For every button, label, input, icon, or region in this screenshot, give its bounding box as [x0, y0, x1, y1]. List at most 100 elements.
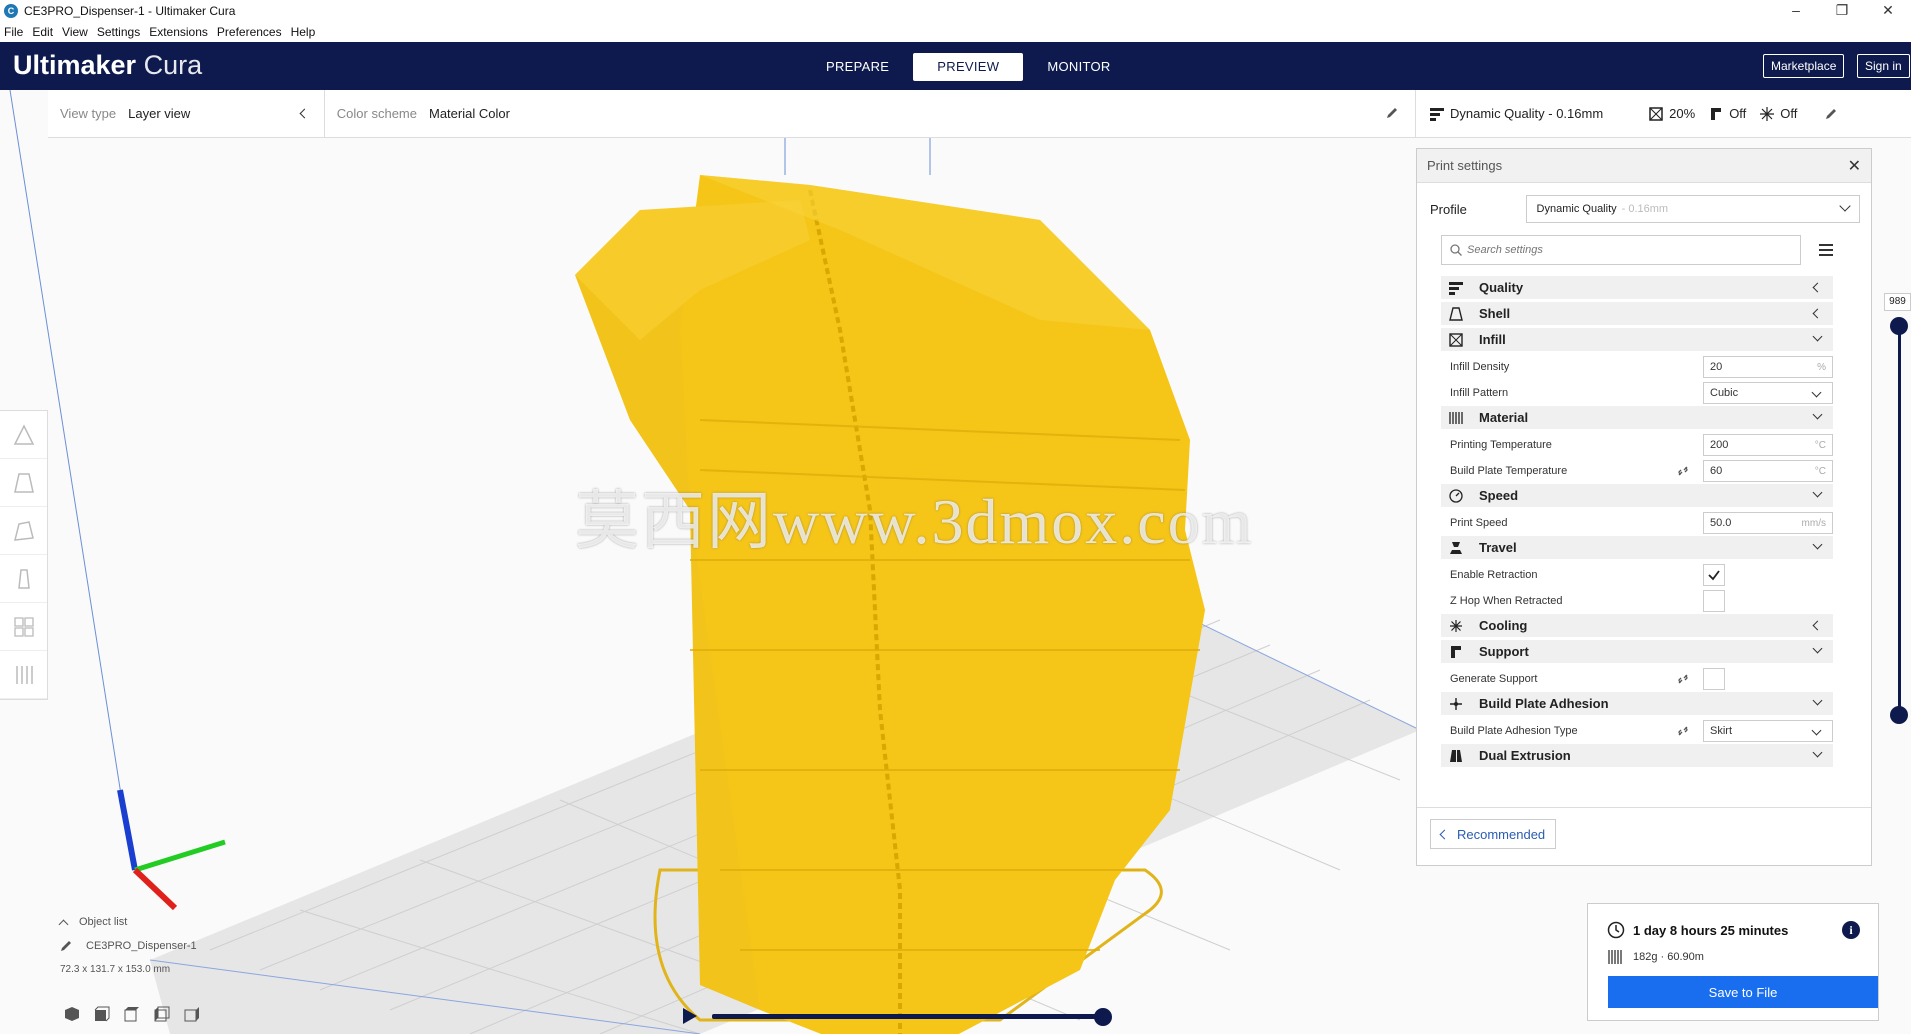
right-view-icon[interactable]	[184, 1006, 200, 1022]
menu-view[interactable]: View	[62, 25, 88, 39]
top-view-icon[interactable]	[124, 1006, 140, 1022]
rotate-tool[interactable]	[0, 507, 47, 555]
close-icon[interactable]: ✕	[1848, 156, 1861, 176]
settings-category-shell[interactable]: Shell	[1441, 302, 1833, 325]
object-list-toggle[interactable]: Object list	[58, 916, 197, 929]
setting-dropdown[interactable]: Cubic	[1703, 382, 1833, 404]
move-tool[interactable]	[0, 411, 47, 459]
left-toolbar	[0, 410, 48, 700]
profile-dropdown[interactable]: Dynamic Quality - 0.16mm	[1525, 195, 1860, 223]
setting-value-field[interactable]: 50.0 mm/s	[1703, 512, 1833, 534]
support-blocker-tool[interactable]	[0, 651, 47, 699]
support-summary[interactable]: Off	[1709, 106, 1746, 121]
chevron-left-icon	[1812, 308, 1823, 319]
chevron-down-icon	[1839, 200, 1851, 212]
settings-category-build-plate-adhesion[interactable]: Build Plate Adhesion	[1441, 692, 1833, 715]
per-model-settings-tool[interactable]	[0, 603, 47, 651]
chevron-down-icon	[1811, 725, 1822, 736]
setting-generate-support: Generate Support	[1441, 666, 1833, 692]
recommended-button[interactable]: Recommended	[1430, 819, 1557, 849]
search-input[interactable]	[1467, 244, 1787, 256]
settings-category-travel[interactable]: Travel	[1441, 536, 1833, 559]
material-spool-icon	[1608, 950, 1622, 964]
menu-file[interactable]: File	[4, 25, 23, 39]
layer-slider-top-handle[interactable]	[1890, 317, 1908, 335]
object-name: CE3PRO_Dispenser-1	[86, 940, 197, 952]
setting-value-field[interactable]: 200 °C	[1703, 434, 1833, 456]
category-label: Speed	[1479, 488, 1519, 503]
setting-label: Print Speed	[1450, 517, 1508, 529]
marketplace-button[interactable]: Marketplace	[1763, 54, 1845, 78]
pencil-icon[interactable]	[60, 940, 72, 952]
sign-in-button[interactable]: Sign in	[1857, 54, 1910, 78]
tab-preview[interactable]: PREVIEW	[913, 53, 1024, 81]
setting-enable-retraction: Enable Retraction	[1441, 562, 1833, 588]
chevron-left-icon	[1439, 829, 1450, 839]
menu-help[interactable]: Help	[291, 25, 316, 39]
pencil-icon[interactable]	[1825, 108, 1837, 120]
left-view-icon[interactable]	[154, 1006, 170, 1022]
settings-category-support[interactable]: Support	[1441, 640, 1833, 663]
menu-bar: File Edit View Settings Extensions Prefe…	[0, 22, 1911, 42]
simulation-slider-track[interactable]	[712, 1014, 1102, 1019]
settings-menu-icon[interactable]	[1819, 244, 1833, 256]
close-window-button[interactable]: ✕	[1865, 0, 1911, 22]
play-icon[interactable]	[683, 1008, 697, 1024]
menu-edit[interactable]: Edit	[32, 25, 53, 39]
layer-slider-bottom-handle[interactable]	[1890, 706, 1908, 724]
settings-category-cooling[interactable]: Cooling	[1441, 614, 1833, 637]
settings-category-material[interactable]: Material	[1441, 406, 1833, 429]
settings-category-quality[interactable]: Quality	[1441, 276, 1833, 299]
print-setup-summary[interactable]: Dynamic Quality - 0.16mm 20% Off Off	[1415, 90, 1911, 138]
link-icon	[1678, 726, 1688, 736]
adhesion-icon	[1760, 106, 1775, 121]
3d-view-icon[interactable]	[64, 1006, 80, 1022]
tab-prepare[interactable]: PREPARE	[802, 53, 913, 81]
travel-icon	[1450, 541, 1462, 554]
setting-checkbox[interactable]	[1703, 564, 1725, 586]
infill-summary[interactable]: 20%	[1649, 106, 1695, 121]
view-type-selector[interactable]: View type Layer view	[48, 90, 324, 137]
setting-label: Enable Retraction	[1450, 569, 1538, 581]
mirror-tool[interactable]	[0, 555, 47, 603]
minimize-button[interactable]: –	[1773, 0, 1819, 22]
scale-tool[interactable]	[0, 459, 47, 507]
search-field[interactable]	[1441, 235, 1801, 265]
settings-category-speed[interactable]: Speed	[1441, 484, 1833, 507]
adhesion-summary[interactable]: Off	[1760, 106, 1797, 121]
category-label: Cooling	[1479, 618, 1528, 633]
support-icon	[1451, 645, 1461, 658]
tab-monitor[interactable]: MONITOR	[1023, 53, 1134, 81]
settings-category-infill[interactable]: Infill	[1441, 328, 1833, 351]
setting-label: Infill Pattern	[1450, 387, 1509, 399]
save-to-file-button[interactable]: Save to File	[1608, 976, 1878, 1008]
support-blocker-icon	[15, 665, 33, 684]
front-view-icon[interactable]	[94, 1006, 110, 1022]
settings-category-dual-extrusion[interactable]: Dual Extrusion	[1441, 744, 1833, 767]
setting-value-field[interactable]: 20%	[1703, 356, 1833, 378]
chevron-down-icon	[1812, 695, 1823, 706]
menu-preferences[interactable]: Preferences	[217, 25, 282, 39]
layer-number[interactable]: 989	[1884, 293, 1911, 311]
simulation-slider-handle[interactable]	[1094, 1008, 1112, 1026]
menu-settings[interactable]: Settings	[97, 25, 140, 39]
layer-slider-track[interactable]	[1898, 325, 1901, 715]
setting-checkbox[interactable]	[1703, 590, 1725, 612]
info-icon[interactable]: i	[1842, 921, 1860, 939]
color-scheme-selector[interactable]: Color scheme Material Color	[325, 90, 1418, 137]
stage-tabs: PREPARE PREVIEW MONITOR	[802, 53, 1135, 81]
setting-dropdown[interactable]: Skirt	[1703, 720, 1833, 742]
search-row	[1441, 235, 1855, 265]
profile-summary[interactable]: Dynamic Quality - 0.16mm	[1430, 106, 1603, 121]
chevron-down-icon	[1811, 387, 1822, 398]
object-name-row: CE3PRO_Dispenser-1	[60, 940, 197, 952]
camera-view-buttons	[64, 1006, 214, 1022]
category-label: Infill	[1479, 332, 1506, 347]
setting-value-field[interactable]: 60 °C	[1703, 460, 1833, 482]
window-titlebar: C CE3PRO_Dispenser-1 - Ultimaker Cura – …	[0, 0, 1911, 22]
object-dimensions: 72.3 x 131.7 x 153.0 mm	[60, 964, 171, 975]
maximize-button[interactable]: ❐	[1819, 0, 1865, 22]
menu-extensions[interactable]: Extensions	[149, 25, 208, 39]
panel-title: Print settings	[1427, 158, 1503, 173]
setting-checkbox[interactable]	[1703, 668, 1725, 690]
